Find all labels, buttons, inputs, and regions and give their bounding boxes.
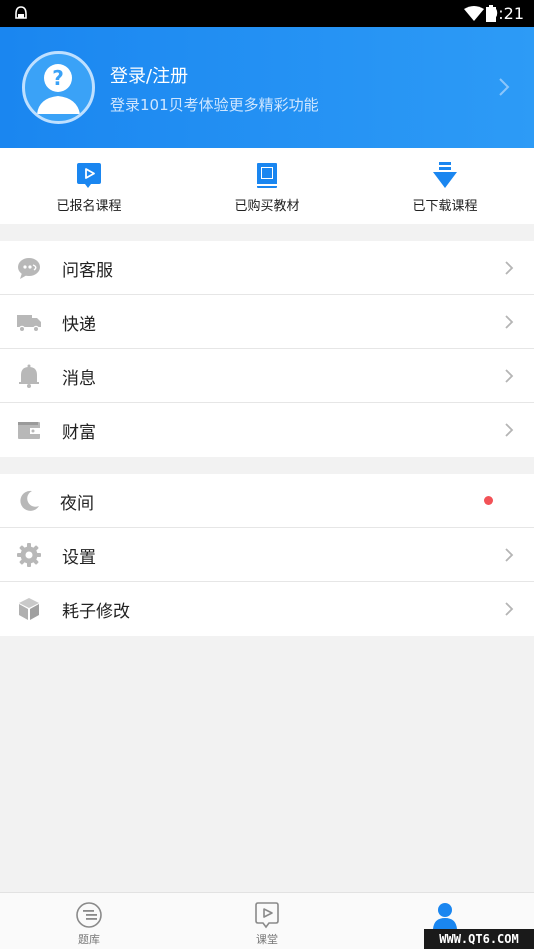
menu-item-settings[interactable]: 设置 [0, 528, 534, 582]
chevron-right-icon [499, 78, 510, 96]
menu-item-night-mode[interactable]: 夜间 [0, 474, 534, 528]
status-time: 9:21 [488, 4, 524, 23]
gear-icon [17, 543, 41, 567]
list-icon [76, 902, 102, 928]
menu-label: 夜间 [60, 494, 94, 514]
avatar-placeholder-icon: ? [37, 64, 80, 114]
quick-actions: 已报名课程 已购买教材 已下载课程 [0, 148, 534, 224]
wallet-icon [18, 422, 40, 439]
menu-item-messages[interactable]: 消息 [0, 349, 534, 403]
avatar[interactable]: ? [22, 51, 95, 124]
chevron-right-icon [505, 548, 514, 562]
tab-question-bank[interactable]: 题库 [0, 893, 178, 949]
chevron-right-icon [505, 602, 514, 616]
quick-enrolled-courses[interactable]: 已报名课程 [0, 148, 178, 224]
chat-icon [18, 258, 40, 279]
chevron-right-icon [505, 315, 514, 329]
quick-downloaded-courses[interactable]: 已下载课程 [356, 148, 534, 224]
menu-group-settings: 夜间 设置 耗子修改 [0, 474, 534, 636]
bell-icon [19, 364, 39, 388]
login-title[interactable]: 登录/注册 [110, 62, 188, 88]
cube-icon [19, 598, 39, 620]
menu-label: 问客服 [62, 261, 113, 281]
site-watermark: WWW.QT6.COM [424, 929, 534, 949]
menu-item-express[interactable]: 快递 [0, 295, 534, 349]
menu-item-wealth[interactable]: 财富 [0, 403, 534, 457]
svg-text:?: ? [52, 66, 64, 90]
quick-purchased-books[interactable]: 已购买教材 [178, 148, 356, 224]
tab-classroom[interactable]: 课堂 [178, 893, 356, 949]
login-header[interactable]: ? 登录/注册 登录101贝考体验更多精彩功能 [0, 27, 534, 148]
notification-icon [15, 6, 27, 19]
tab-label: 题库 [78, 933, 100, 946]
person-icon [433, 903, 457, 929]
quick-label: 已购买教材 [234, 199, 300, 214]
truck-icon [17, 315, 41, 333]
play-bubble-icon [77, 163, 101, 188]
chevron-right-icon [505, 423, 514, 437]
red-dot-badge [484, 496, 493, 505]
quick-label: 已报名课程 [56, 199, 122, 214]
tab-label: 课堂 [256, 933, 278, 946]
wifi-icon [464, 6, 484, 21]
menu-label: 快递 [62, 315, 96, 335]
play-bubble-icon [255, 902, 279, 929]
menu-label: 财富 [62, 423, 96, 443]
menu-group-service: 问客服 快递 消息 财富 [0, 241, 534, 457]
moon-icon [20, 490, 39, 511]
status-bar: 9:21 [0, 0, 534, 27]
menu-label: 设置 [62, 548, 96, 568]
login-subtitle: 登录101贝考体验更多精彩功能 [110, 96, 319, 114]
menu-label: 消息 [62, 369, 96, 389]
menu-item-modify[interactable]: 耗子修改 [0, 582, 534, 636]
chevron-right-icon [505, 261, 514, 275]
book-icon [257, 163, 277, 188]
quick-label: 已下载课程 [412, 199, 478, 214]
menu-label: 耗子修改 [62, 602, 130, 622]
chevron-right-icon [505, 369, 514, 383]
download-icon [433, 162, 457, 188]
menu-item-customer-service[interactable]: 问客服 [0, 241, 534, 295]
